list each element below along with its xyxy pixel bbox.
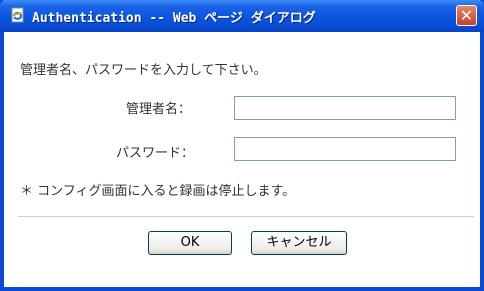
password-label: パスワード： xyxy=(116,146,195,161)
cancel-button[interactable]: キャンセル xyxy=(251,231,347,255)
dialog-content: 管理者名、パスワードを入力して下さい。 管理者名： パスワード： ＊ コンフィグ… xyxy=(4,32,480,287)
close-button[interactable]: ✕ xyxy=(456,5,477,26)
ok-button[interactable]: OK xyxy=(148,231,232,255)
recording-notice: ＊ コンフィグ画面に入ると録画は停止します。 xyxy=(20,184,296,199)
divider xyxy=(18,216,474,217)
username-label: 管理者名： xyxy=(126,102,192,117)
login-prompt: 管理者名、パスワードを入力して下さい。 xyxy=(20,63,267,78)
ie-page-icon xyxy=(10,7,26,23)
username-input[interactable] xyxy=(234,96,456,120)
title-bar[interactable]: Authentication -- Web ページ ダイアログ ✕ xyxy=(0,0,484,32)
window-title: Authentication -- Web ページ ダイアログ xyxy=(32,11,316,26)
dialog-window: Authentication -- Web ページ ダイアログ ✕ 管理者名、パ… xyxy=(0,0,484,291)
password-input[interactable] xyxy=(234,137,456,161)
